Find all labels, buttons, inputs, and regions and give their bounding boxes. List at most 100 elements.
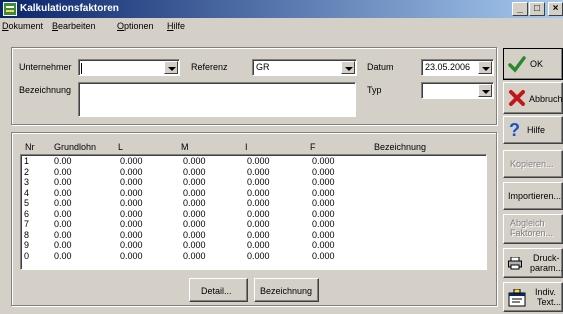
menu-dokument[interactable]: Dokument <box>2 21 43 31</box>
cell-f: 0.000 <box>312 156 335 166</box>
table-row[interactable]: 0 0.00 0.000 0.000 0.000 0.000 <box>20 250 480 262</box>
cross-icon <box>509 90 525 106</box>
cell-l: 0.000 <box>120 156 143 166</box>
table-row[interactable]: 8 0.00 0.000 0.000 0.000 0.000 <box>20 229 480 241</box>
cell-nr: 8 <box>24 229 30 240</box>
column-header-grundlohn: Grundlohn <box>54 142 97 152</box>
cell-m: 0.000 <box>183 177 206 187</box>
cell-grundlohn: 0.00 <box>54 229 72 240</box>
cell-grundlohn: 0.00 <box>54 198 72 208</box>
indiv-text-button[interactable]: Indiv. Text... <box>503 282 563 312</box>
ok-button[interactable]: OK <box>503 48 563 80</box>
cell-grundlohn: 0.00 <box>54 208 72 219</box>
cell-nr: 4 <box>24 187 30 198</box>
chevron-down-icon[interactable] <box>478 61 492 74</box>
table-row[interactable]: 3 0.00 0.000 0.000 0.000 0.000 <box>20 178 480 188</box>
cell-f: 0.000 <box>312 250 335 261</box>
cell-m: 0.000 <box>183 240 206 250</box>
detail-button[interactable]: Detail... <box>189 278 248 302</box>
referenz-label: Referenz <box>191 62 228 72</box>
cell-f: 0.000 <box>312 187 335 198</box>
cell-i: 0.000 <box>247 229 270 240</box>
table-row[interactable]: 6 0.00 0.000 0.000 0.000 0.000 <box>20 208 480 220</box>
title-bar[interactable]: Kalkulationsfaktoren _ □ × <box>0 0 563 18</box>
importieren-button[interactable]: Importieren... <box>503 182 563 210</box>
window-title: Kalkulationsfaktoren <box>20 3 119 14</box>
table-row[interactable]: 9 0.00 0.000 0.000 0.000 0.000 <box>20 241 480 251</box>
datum-picker[interactable]: 23.05.2006 <box>421 59 494 76</box>
cell-m: 0.000 <box>183 156 206 166</box>
unternehmer-label: Unternehmer <box>19 62 72 72</box>
abbruch-button[interactable]: Abbruch <box>503 82 563 114</box>
column-header-i: I <box>245 142 248 152</box>
cell-l: 0.000 <box>120 240 143 250</box>
typ-label: Typ <box>367 85 382 95</box>
cell-i: 0.000 <box>247 240 270 250</box>
column-header-l: L <box>118 142 124 152</box>
abgleich-faktoren-button[interactable]: Abgleich Faktoren... <box>503 214 563 244</box>
column-header-nr: Nr <box>25 142 35 152</box>
chevron-down-icon[interactable] <box>164 61 178 74</box>
menu-optionen[interactable]: Optionen <box>117 21 154 31</box>
table-row[interactable]: 4 0.00 0.000 0.000 0.000 0.000 <box>20 187 480 199</box>
cell-l: 0.000 <box>120 187 143 198</box>
kopieren-button[interactable]: Kopieren... <box>503 150 563 178</box>
app-icon <box>3 2 17 16</box>
cell-f: 0.000 <box>312 198 335 208</box>
maximize-button[interactable]: □ <box>529 2 545 16</box>
cell-i: 0.000 <box>247 208 270 219</box>
minimize-button[interactable]: _ <box>512 2 528 16</box>
cell-m: 0.000 <box>183 208 206 219</box>
cell-l: 0.000 <box>120 250 143 261</box>
chevron-down-icon[interactable] <box>478 84 492 97</box>
druckparam-button[interactable]: Druck- param... <box>503 248 563 278</box>
cell-i: 0.000 <box>247 156 270 166</box>
bezeichnung-input[interactable] <box>78 82 356 117</box>
referenz-dropdown[interactable]: GR <box>252 59 357 76</box>
question-mark-icon: ? <box>509 121 520 139</box>
cell-f: 0.000 <box>312 177 335 187</box>
close-button[interactable]: × <box>548 2 563 16</box>
cell-grundlohn: 0.00 <box>54 187 72 198</box>
cell-l: 0.000 <box>120 177 143 187</box>
table-row[interactable]: 2 0.00 0.000 0.000 0.000 0.000 <box>20 166 480 178</box>
datum-label: Datum <box>367 62 394 72</box>
cell-nr: 3 <box>24 177 30 187</box>
cell-nr: 9 <box>24 240 30 250</box>
cell-l: 0.000 <box>120 229 143 240</box>
text-document-icon <box>508 289 526 307</box>
typ-dropdown[interactable] <box>421 82 494 99</box>
factor-table-rows: 1 0.00 0.000 0.000 0.000 0.000 2 0.00 0.000 0.000… <box>20 154 487 270</box>
printer-icon <box>508 257 522 270</box>
cell-nr: 5 <box>24 198 30 208</box>
cell-l: 0.000 <box>120 208 143 219</box>
cell-l: 0.000 <box>120 219 143 229</box>
table-row[interactable]: 1 0.00 0.000 0.000 0.000 0.000 <box>20 157 480 167</box>
table-row[interactable]: 5 0.00 0.000 0.000 0.000 0.000 <box>20 199 480 209</box>
cell-nr: 0 <box>24 250 30 261</box>
menu-bearbeiten[interactable]: Bearbeiten <box>52 21 96 31</box>
cell-i: 0.000 <box>247 198 270 208</box>
cell-i: 0.000 <box>247 219 270 229</box>
cell-l: 0.000 <box>120 198 143 208</box>
menu-bar: Dokument Bearbeiten Optionen Hilfe <box>0 19 563 35</box>
hilfe-button[interactable]: ? Hilfe <box>503 116 563 144</box>
unternehmer-dropdown[interactable] <box>78 59 180 76</box>
table-row[interactable]: 7 0.00 0.000 0.000 0.000 0.000 <box>20 220 480 230</box>
cell-nr: 1 <box>24 156 30 166</box>
cell-m: 0.000 <box>183 198 206 208</box>
cell-grundlohn: 0.00 <box>54 166 72 177</box>
cell-f: 0.000 <box>312 166 335 177</box>
column-header-bezeichnung: Bezeichnung <box>374 142 427 152</box>
cell-grundlohn: 0.00 <box>54 177 72 187</box>
cell-f: 0.000 <box>312 240 335 250</box>
cell-grundlohn: 0.00 <box>54 240 72 250</box>
menu-hilfe[interactable]: Hilfe <box>167 21 185 31</box>
cell-i: 0.000 <box>247 177 270 187</box>
cell-grundlohn: 0.00 <box>54 156 72 166</box>
bezeichnung-button[interactable]: Bezeichnung <box>254 278 319 302</box>
cell-f: 0.000 <box>312 208 335 219</box>
column-header-f: F <box>310 142 316 152</box>
cell-m: 0.000 <box>183 166 206 177</box>
chevron-down-icon[interactable] <box>341 61 355 74</box>
